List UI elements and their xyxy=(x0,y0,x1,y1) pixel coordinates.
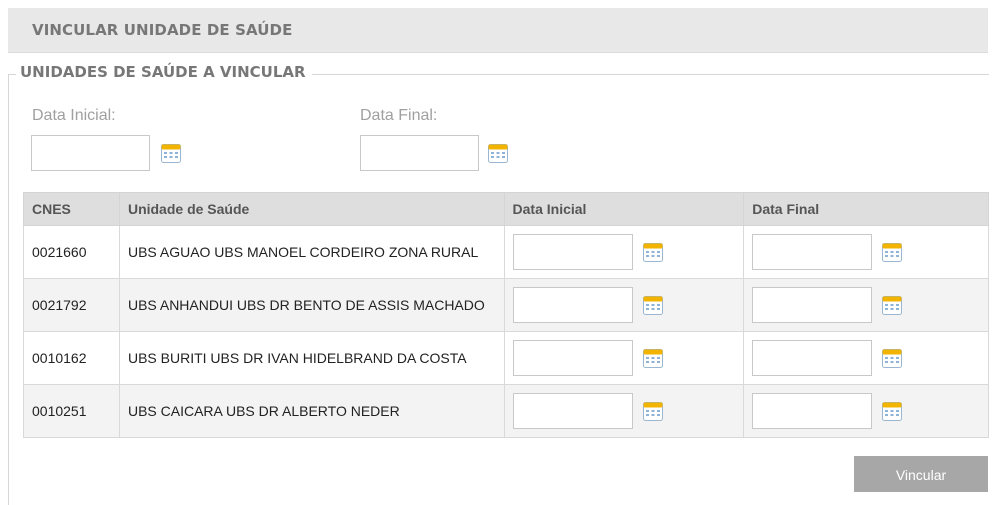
calendar-icon[interactable] xyxy=(642,294,664,316)
data-inicial-cell xyxy=(503,278,745,332)
table-row: 0021792 UBS ANHANDUI UBS DR BENTO DE ASS… xyxy=(23,278,989,332)
table-row: 0010162 UBS BURITI UBS DR IVAN HIDELBRAN… xyxy=(23,331,989,385)
row-start-date-input[interactable] xyxy=(512,393,633,429)
cnes-cell: 0021660 xyxy=(23,225,120,279)
cnes-cell: 0010251 xyxy=(23,384,120,438)
data-inicial-cell xyxy=(503,384,745,438)
unidade-cell: UBS BURITI UBS DR IVAN HIDELBRAND DA COS… xyxy=(118,331,505,385)
data-final-cell xyxy=(743,278,989,332)
data-final-cell xyxy=(743,384,989,438)
row-end-date-input[interactable] xyxy=(752,287,873,323)
col-header-unidade: Unidade de Saúde xyxy=(118,192,505,226)
calendar-icon[interactable] xyxy=(881,400,903,422)
vincular-button[interactable]: Vincular xyxy=(854,456,988,492)
unidade-cell: UBS AGUAO UBS MANOEL CORDEIRO ZONA RURAL xyxy=(118,225,505,279)
start-date-input[interactable] xyxy=(31,135,150,171)
table-row: 0021660 UBS AGUAO UBS MANOEL CORDEIRO ZO… xyxy=(23,225,989,279)
row-end-date-input[interactable] xyxy=(752,340,873,376)
cnes-cell: 0010162 xyxy=(23,331,120,385)
row-start-date-input[interactable] xyxy=(512,287,633,323)
calendar-icon[interactable] xyxy=(642,400,664,422)
calendar-icon[interactable] xyxy=(881,241,903,263)
row-start-date-input[interactable] xyxy=(512,234,633,270)
end-date-label: Data Final: xyxy=(360,107,438,124)
calendar-icon[interactable] xyxy=(487,142,509,164)
start-date-label: Data Inicial: xyxy=(32,107,116,124)
end-date-input[interactable] xyxy=(360,135,479,171)
row-start-date-input[interactable] xyxy=(512,340,633,376)
row-end-date-input[interactable] xyxy=(752,234,873,270)
data-final-cell xyxy=(743,225,989,279)
cnes-cell: 0021792 xyxy=(23,278,120,332)
table-row: 0010251 UBS CAICARA UBS DR ALBERTO NEDER xyxy=(23,384,989,438)
col-header-data-final: Data Final xyxy=(743,192,989,226)
page-title: VINCULAR UNIDADE DE SAÚDE xyxy=(32,21,293,39)
data-inicial-cell xyxy=(503,331,745,385)
calendar-icon[interactable] xyxy=(642,241,664,263)
calendar-icon[interactable] xyxy=(881,347,903,369)
calendar-icon[interactable] xyxy=(160,142,182,164)
calendar-icon[interactable] xyxy=(642,347,664,369)
col-header-cnes: CNES xyxy=(23,192,120,226)
data-inicial-cell xyxy=(503,225,745,279)
calendar-icon[interactable] xyxy=(881,294,903,316)
row-end-date-input[interactable] xyxy=(752,393,873,429)
fieldset-legend: UNIDADES DE SAÚDE A VINCULAR xyxy=(16,63,312,81)
unidade-cell: UBS CAICARA UBS DR ALBERTO NEDER xyxy=(118,384,505,438)
page-header: VINCULAR UNIDADE DE SAÚDE xyxy=(8,8,988,53)
unidade-cell: UBS ANHANDUI UBS DR BENTO DE ASSIS MACHA… xyxy=(118,278,505,332)
col-header-data-inicial: Data Inicial xyxy=(503,192,745,226)
table-header-row: CNES Unidade de Saúde Data Inicial Data … xyxy=(23,192,989,226)
units-table: CNES Unidade de Saúde Data Inicial Data … xyxy=(23,192,989,438)
data-final-cell xyxy=(743,331,989,385)
